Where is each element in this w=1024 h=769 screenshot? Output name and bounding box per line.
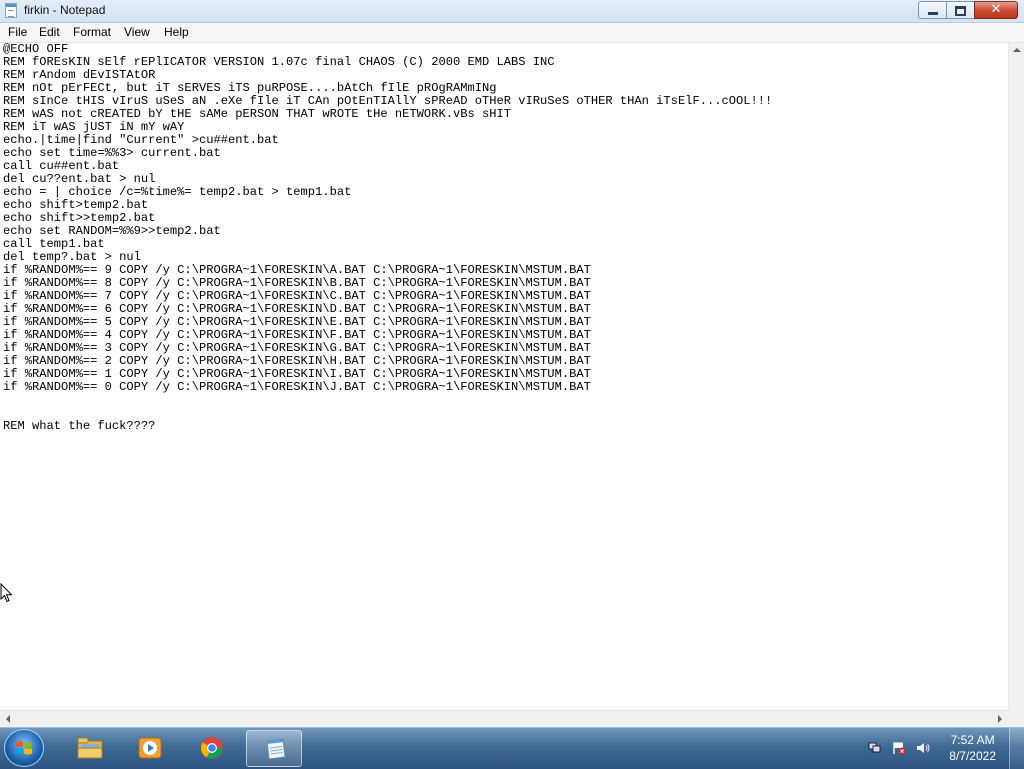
maximize-button[interactable] — [946, 1, 974, 19]
notepad-app-icon[interactable] — [5, 3, 17, 18]
menu-help[interactable]: Help — [164, 25, 189, 39]
minimize-button[interactable] — [918, 1, 946, 19]
menu-view[interactable]: View — [124, 25, 150, 39]
minimize-icon — [928, 12, 938, 15]
scroll-left-icon[interactable] — [6, 715, 10, 723]
title-bar: firkin - Notepad ✕ — [0, 0, 1024, 23]
menu-file[interactable]: File — [8, 25, 27, 39]
maximize-icon — [955, 6, 966, 16]
size-grip[interactable] — [1008, 710, 1024, 727]
system-tray: 7:52 AM 8/7/2022 — [860, 728, 1024, 769]
text-editor[interactable]: @ECHO OFF REM fOREsKIN sElf rEPlICATOR V… — [0, 43, 1008, 710]
horizontal-scrollbar[interactable] — [0, 710, 1008, 727]
media-player-icon — [138, 737, 162, 759]
window-title: firkin - Notepad — [24, 3, 106, 17]
clock[interactable]: 7:52 AM 8/7/2022 — [949, 732, 996, 764]
scroll-up-icon[interactable] — [1013, 48, 1021, 52]
vertical-scrollbar[interactable] — [1008, 43, 1024, 710]
close-button[interactable]: ✕ — [974, 1, 1018, 19]
window-controls: ✕ — [918, 1, 1018, 19]
taskbar-media-player[interactable] — [122, 730, 178, 767]
taskbar: 7:52 AM 8/7/2022 — [0, 727, 1024, 769]
taskbar-notepad[interactable] — [246, 730, 302, 767]
show-desktop-button[interactable] — [1009, 728, 1024, 769]
mouse-pointer-icon — [0, 583, 13, 603]
menu-bar: File Edit Format View Help — [0, 23, 1024, 43]
folder-icon — [77, 737, 103, 759]
menu-format[interactable]: Format — [73, 25, 111, 39]
taskbar-chrome[interactable] — [184, 730, 240, 767]
chrome-icon — [201, 737, 223, 759]
clock-time: 7:52 AM — [950, 733, 995, 747]
network-icon[interactable] — [868, 741, 882, 755]
start-button[interactable] — [4, 729, 44, 767]
notepad-icon — [266, 738, 286, 760]
windows-logo-icon — [16, 741, 32, 755]
action-center-flag-icon[interactable] — [892, 741, 906, 755]
menu-edit[interactable]: Edit — [39, 25, 60, 39]
scroll-right-icon[interactable] — [998, 715, 1002, 723]
close-icon: ✕ — [990, 2, 1002, 17]
editor-content[interactable]: @ECHO OFF REM fOREsKIN sElf rEPlICATOR V… — [0, 43, 1008, 433]
speaker-icon[interactable] — [916, 741, 930, 755]
taskbar-file-explorer[interactable] — [62, 730, 118, 767]
clock-date: 8/7/2022 — [949, 749, 996, 763]
